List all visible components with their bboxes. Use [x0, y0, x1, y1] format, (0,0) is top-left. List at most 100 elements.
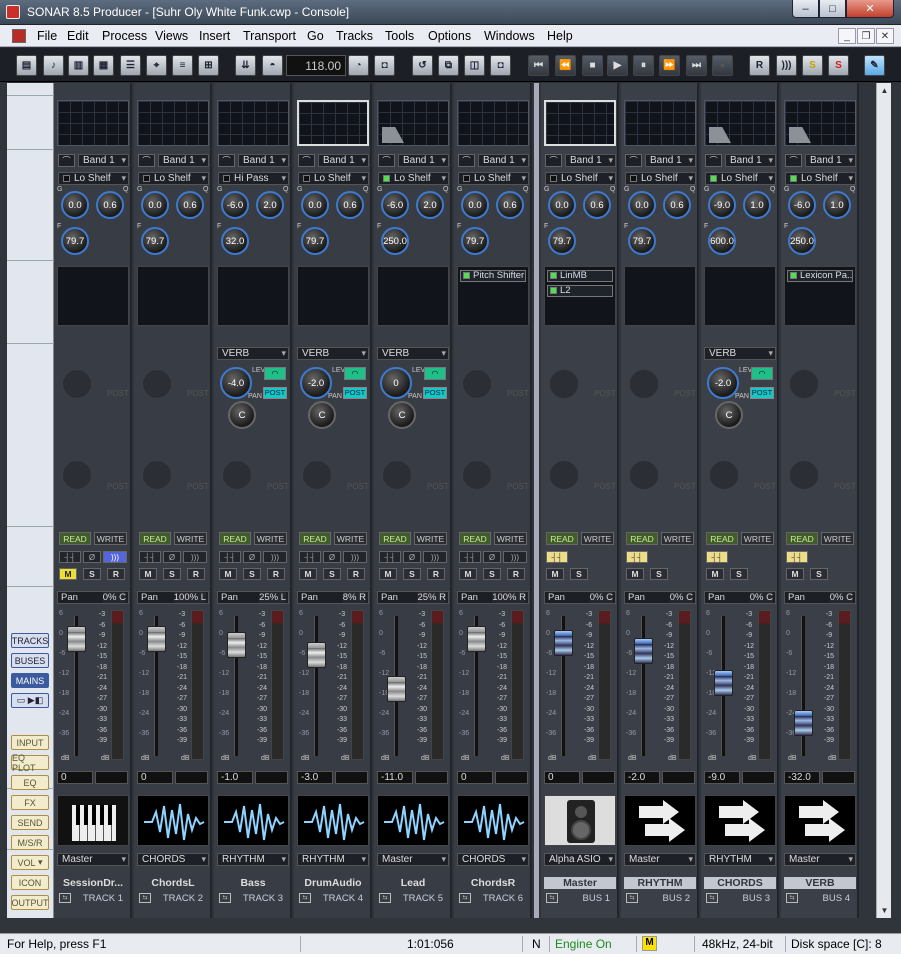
- strip-name[interactable]: Master: [544, 877, 616, 889]
- scroll-up-icon[interactable]: ▲: [877, 83, 892, 98]
- eq-plot[interactable]: [377, 100, 449, 146]
- fx-bin[interactable]: [137, 266, 209, 326]
- mute-icon[interactable]: S: [828, 55, 849, 76]
- send-enable-icon[interactable]: ◠: [424, 367, 446, 380]
- filter-enable-checkbox[interactable]: [63, 175, 70, 182]
- fx-bin[interactable]: [624, 266, 696, 326]
- volume-value[interactable]: 0: [457, 771, 493, 784]
- icon-section-toggle[interactable]: ICON: [11, 875, 49, 890]
- eq-filter-type-select[interactable]: Lo Shelf: [298, 172, 369, 185]
- msr-s-button[interactable]: S: [810, 568, 828, 580]
- eq-gain-knob[interactable]: 0.0: [628, 191, 656, 219]
- msr-s-button[interactable]: S: [570, 568, 588, 580]
- menu-tracks[interactable]: Tracks: [336, 29, 373, 43]
- eq-q-knob[interactable]: 0.6: [176, 191, 204, 219]
- eq-freq-knob[interactable]: 79.7: [141, 227, 169, 255]
- fx-bin[interactable]: LinMB L2: [544, 266, 616, 326]
- track-image-wave-icon[interactable]: [137, 795, 209, 846]
- msr-m-button[interactable]: M: [626, 568, 644, 580]
- volume-value[interactable]: 0: [544, 771, 580, 784]
- eq-band-select[interactable]: Band 1: [725, 154, 776, 167]
- eq-freq-knob[interactable]: 79.7: [301, 227, 329, 255]
- go-start-icon[interactable]: ⏮: [528, 55, 549, 76]
- rewind-icon[interactable]: ⏪: [555, 55, 576, 76]
- fx-enable-checkbox[interactable]: [463, 272, 470, 279]
- tempo-icon[interactable]: ◔: [348, 55, 369, 76]
- peak-indicator[interactable]: [742, 771, 775, 784]
- eq-plot[interactable]: [457, 100, 529, 146]
- eq-band-select[interactable]: Band 1: [398, 154, 449, 167]
- output-select[interactable]: CHORDS: [457, 853, 529, 866]
- eq-plot[interactable]: [624, 100, 696, 146]
- interleave-icon[interactable]: ))): [103, 551, 127, 563]
- msr-section-toggle[interactable]: M/S/R: [11, 835, 49, 850]
- eq-band-select[interactable]: Band 1: [805, 154, 856, 167]
- msr-s-button[interactable]: S: [243, 568, 261, 580]
- fx-enable-checkbox[interactable]: [550, 272, 557, 279]
- volume-value[interactable]: -11.0: [377, 771, 413, 784]
- eq-band-select[interactable]: Band 1: [565, 154, 616, 167]
- peak-indicator[interactable]: [662, 771, 695, 784]
- eq-freq-knob[interactable]: 79.7: [548, 227, 576, 255]
- read-automation-button[interactable]: READ: [546, 532, 578, 545]
- strip-type-icon[interactable]: ⇆: [59, 893, 71, 903]
- phase-invert-icon[interactable]: Ø: [243, 551, 261, 563]
- eq-gain-knob[interactable]: 0.0: [548, 191, 576, 219]
- record-options-icon[interactable]: ◘: [374, 55, 395, 76]
- fast-forward-icon[interactable]: ⏩: [659, 55, 680, 76]
- send-destination-select[interactable]: VERB: [217, 347, 289, 360]
- eq-q-knob[interactable]: 1.0: [743, 191, 771, 219]
- eq-gain-knob[interactable]: -6.0: [788, 191, 816, 219]
- eq-band-select[interactable]: Band 1: [158, 154, 209, 167]
- pan-control[interactable]: Pan 100% L: [137, 591, 209, 604]
- eq-freq-knob[interactable]: 250.0: [788, 227, 816, 255]
- eq-band-select[interactable]: Band 1: [645, 154, 696, 167]
- track-image-speaker-icon[interactable]: [544, 795, 616, 846]
- staff-icon[interactable]: ▥: [68, 55, 89, 76]
- loop-icon[interactable]: ⌖: [146, 55, 167, 76]
- track-image-arrows-icon[interactable]: [784, 795, 856, 846]
- mdi-restore-button[interactable]: ❐: [857, 28, 875, 44]
- read-automation-button[interactable]: READ: [459, 532, 491, 545]
- band-icon[interactable]: ⌒: [378, 154, 395, 167]
- peak-indicator[interactable]: [582, 771, 615, 784]
- write-automation-button[interactable]: WRITE: [174, 532, 207, 545]
- eq-plot[interactable]: [704, 100, 776, 146]
- interleave-icon[interactable]: ┤┤: [546, 551, 568, 563]
- menu-file[interactable]: File: [37, 29, 57, 43]
- interleave-icon[interactable]: ┤┤: [706, 551, 728, 563]
- interleave-icon[interactable]: ))): [263, 551, 287, 563]
- read-automation-button[interactable]: READ: [786, 532, 818, 545]
- menu-transport[interactable]: Transport: [243, 29, 296, 43]
- band-icon[interactable]: ⌒: [458, 154, 475, 167]
- eq-gain-knob[interactable]: 0.0: [301, 191, 329, 219]
- engine-status[interactable]: Engine On: [555, 937, 612, 951]
- strip-type-icon[interactable]: ⇆: [219, 893, 231, 903]
- send-pan-knob[interactable]: C: [308, 401, 336, 429]
- input-echo-icon[interactable]: ┤┤: [219, 551, 241, 563]
- peak-indicator[interactable]: [255, 771, 288, 784]
- msr-s-button[interactable]: S: [163, 568, 181, 580]
- snapshot-icon[interactable]: ◫: [464, 55, 485, 76]
- fx-bin[interactable]: [704, 266, 776, 326]
- filter-enable-checkbox[interactable]: [303, 175, 310, 182]
- eq-filter-type-select[interactable]: Lo Shelf: [458, 172, 529, 185]
- output-select[interactable]: Master: [624, 853, 696, 866]
- band-icon[interactable]: ⌒: [545, 154, 562, 167]
- volume-fader[interactable]: [634, 638, 653, 664]
- filter-enable-checkbox[interactable]: [550, 175, 557, 182]
- menu-options[interactable]: Options: [428, 29, 471, 43]
- loop-toggle-icon[interactable]: ↺: [412, 55, 433, 76]
- band-icon[interactable]: ⌒: [625, 154, 642, 167]
- eq-plot[interactable]: [297, 100, 369, 146]
- eq-filter-type-select[interactable]: Lo Shelf: [625, 172, 696, 185]
- fx-section-toggle[interactable]: FX: [11, 795, 49, 810]
- track-image-wave-icon[interactable]: [217, 795, 289, 846]
- eq-filter-type-select[interactable]: Lo Shelf: [138, 172, 209, 185]
- eq-section-toggle[interactable]: EQ: [11, 775, 49, 790]
- eq-filter-type-select[interactable]: Lo Shelf: [378, 172, 449, 185]
- eq-gain-knob[interactable]: -6.0: [221, 191, 249, 219]
- eq-plot-section-toggle[interactable]: EQ PLOT: [11, 753, 49, 773]
- eq-plot[interactable]: [544, 100, 616, 146]
- input-echo-icon[interactable]: ┤┤: [379, 551, 401, 563]
